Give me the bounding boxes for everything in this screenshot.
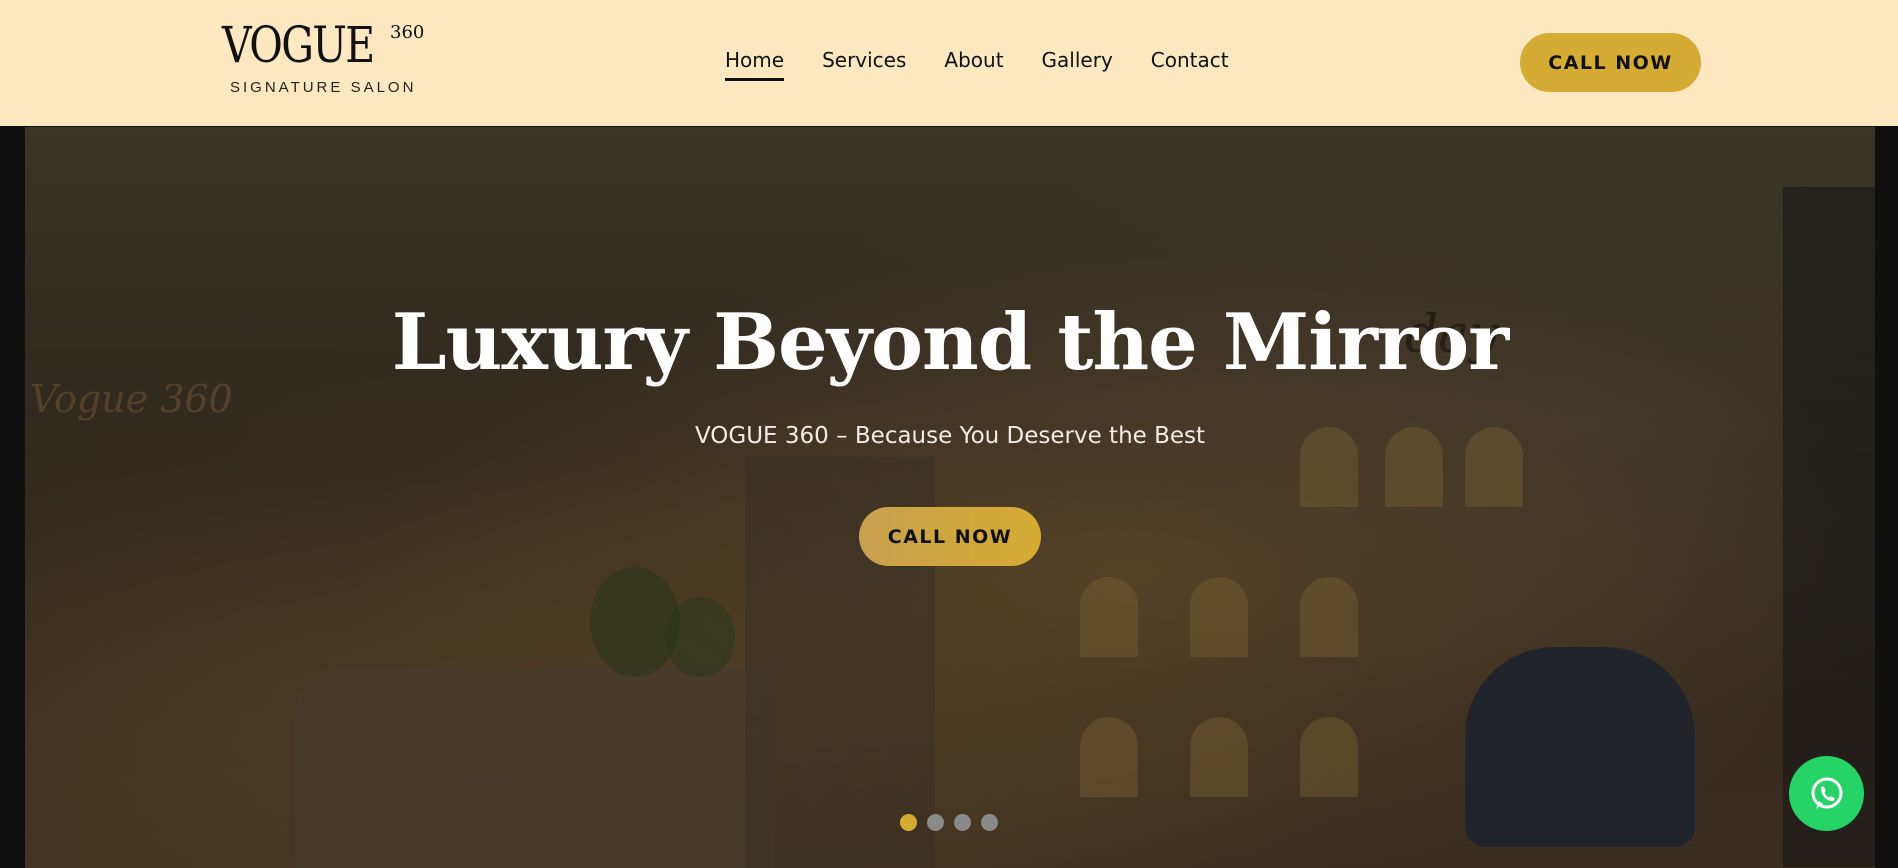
hero-bg-arch [1190,717,1248,797]
logo-tagline: SIGNATURE SALON [230,79,417,96]
carousel-dots [900,814,998,831]
whatsapp-button[interactable] [1789,756,1864,831]
hero-call-now-button[interactable]: CALL NOW [859,507,1041,566]
nav-about[interactable]: About [944,48,1003,72]
nav-home[interactable]: Home [725,48,785,81]
carousel-dot[interactable] [954,814,971,831]
carousel-dot[interactable] [927,814,944,831]
carousel-dot[interactable] [900,814,917,831]
hero-bg-desk [295,667,775,868]
logo-superscript: 360 [390,22,425,43]
hero-bg-arch [1190,577,1248,657]
hero-bg-chair [1465,647,1695,847]
brand-logo[interactable]: VOGUE 360 SIGNATURE SALON [222,20,427,100]
carousel-dot[interactable] [981,814,998,831]
header-call-now-button[interactable]: CALL NOW [1520,33,1701,92]
hero-bg-arch [1080,717,1138,797]
whatsapp-icon [1811,777,1842,809]
hero-subtitle: VOGUE 360 – Because You Deserve the Best [694,423,1206,449]
main-nav: Home Services About Gallery Contact [725,48,1267,81]
hero-title: Luxury Beyond the Mirror [391,297,1509,388]
hero-banner: day Vogue 360 Luxury Beyond the Mirror V… [25,127,1875,868]
hero-bg-arch [1300,577,1358,657]
nav-services[interactable]: Services [822,48,906,72]
nav-contact[interactable]: Contact [1151,48,1229,72]
site-header: VOGUE 360 SIGNATURE SALON Home Services … [0,0,1898,126]
nav-gallery[interactable]: Gallery [1042,48,1113,72]
logo-wordmark: VOGUE [222,16,375,74]
hero-bg-plant [665,597,735,677]
hero-bg-arch [1300,717,1358,797]
hero-bg-arch [1080,577,1138,657]
